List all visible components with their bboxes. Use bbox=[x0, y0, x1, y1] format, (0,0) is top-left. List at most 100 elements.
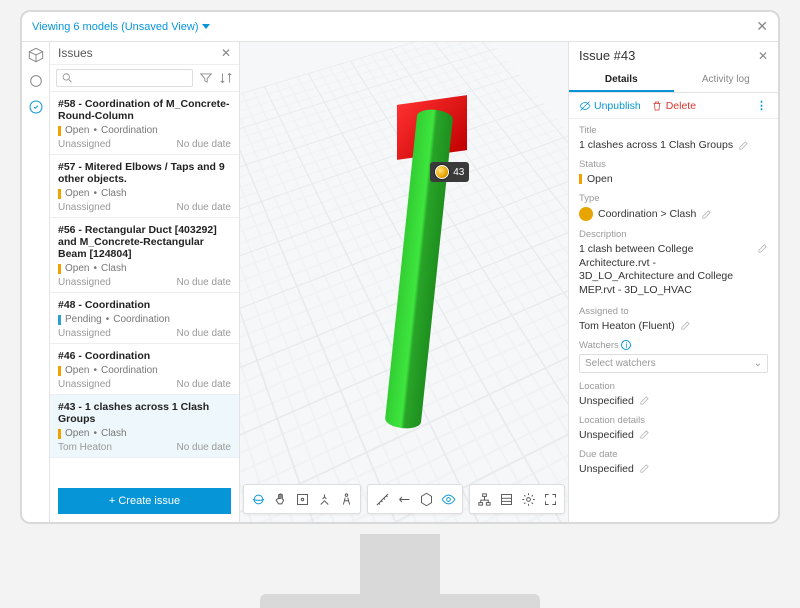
pushpin-icon bbox=[435, 165, 449, 179]
close-panel-button[interactable]: ✕ bbox=[221, 46, 231, 60]
issue-title: #56 - Rectangular Duct [403292] and M_Co… bbox=[58, 224, 231, 260]
issue-type: Clash bbox=[101, 263, 127, 274]
desc-value: 1 clash between College Architecture.rvt… bbox=[579, 243, 752, 298]
status-bar bbox=[58, 315, 61, 325]
issue-assignee: Unassigned bbox=[58, 277, 111, 288]
issue-type: Clash bbox=[101, 428, 127, 439]
issues-title: Issues bbox=[58, 46, 93, 60]
issue-list-item[interactable]: #43 - 1 clashes across 1 Clash Groups Ope… bbox=[50, 395, 239, 458]
issue-due: No due date bbox=[177, 277, 232, 288]
pushpin-number: 43 bbox=[453, 167, 464, 178]
issue-due: No due date bbox=[177, 139, 232, 150]
status-value: Open bbox=[587, 173, 613, 185]
edit-assigned-icon[interactable] bbox=[680, 320, 691, 331]
issue-status: Pending bbox=[65, 314, 102, 325]
issue-list-item[interactable]: #46 - CoordinationOpen•CoordinationUnass… bbox=[50, 344, 239, 395]
status-bar bbox=[58, 189, 61, 199]
issue-assignee: Unassigned bbox=[58, 202, 111, 213]
issue-type: Clash bbox=[101, 188, 127, 199]
edit-due-icon[interactable] bbox=[639, 463, 650, 474]
tab-activity[interactable]: Activity log bbox=[674, 69, 779, 92]
status-bar bbox=[58, 126, 61, 136]
location-label: Location bbox=[579, 381, 768, 392]
issue-list-item[interactable]: #58 - Coordination of M_Concrete-Round-C… bbox=[50, 92, 239, 155]
filter-icon[interactable] bbox=[199, 71, 213, 85]
issue-status: Open bbox=[65, 428, 89, 439]
issue-assignee: Unassigned bbox=[58, 139, 111, 150]
trash-icon bbox=[651, 100, 663, 112]
fit-tool[interactable] bbox=[291, 488, 313, 510]
desc-label: Description bbox=[579, 229, 768, 240]
close-app-button[interactable]: ✕ bbox=[756, 18, 768, 35]
issue-pushpin[interactable]: 43 bbox=[430, 162, 469, 182]
issue-assignee: Tom Heaton bbox=[58, 442, 112, 453]
issues-icon[interactable] bbox=[27, 98, 45, 116]
issue-title: #48 - Coordination bbox=[58, 299, 231, 311]
issue-assignee: Unassigned bbox=[58, 328, 111, 339]
more-menu-button[interactable]: ⋮ bbox=[756, 99, 768, 112]
close-detail-button[interactable]: ✕ bbox=[758, 49, 768, 63]
layers-icon[interactable] bbox=[27, 72, 45, 90]
status-bar bbox=[58, 264, 61, 274]
settings-tool[interactable] bbox=[517, 488, 539, 510]
delete-button[interactable]: Delete bbox=[651, 100, 696, 112]
issue-status: Open bbox=[65, 365, 89, 376]
location-value: Unspecified bbox=[579, 395, 634, 407]
assigned-label: Assigned to bbox=[579, 306, 768, 317]
measure-tool[interactable] bbox=[371, 488, 393, 510]
search-input[interactable] bbox=[74, 72, 188, 84]
create-issue-button[interactable]: + Create issue bbox=[58, 488, 231, 514]
viewer-3d[interactable]: 43 bbox=[240, 42, 568, 522]
edit-title-icon[interactable] bbox=[738, 140, 749, 151]
issue-type: Coordination bbox=[101, 125, 158, 136]
status-bar bbox=[579, 174, 582, 184]
unpublish-button[interactable]: Unpublish bbox=[579, 100, 641, 112]
issue-list-item[interactable]: #57 - Mitered Elbows / Taps and 9 other … bbox=[50, 155, 239, 218]
cube-icon[interactable] bbox=[27, 46, 45, 64]
issue-title: #58 - Coordination of M_Concrete-Round-C… bbox=[58, 98, 231, 122]
watchers-label: Watchers i bbox=[579, 340, 768, 351]
chevron-down-icon bbox=[202, 24, 210, 29]
issue-list-item[interactable]: #48 - CoordinationPending•CoordinationUn… bbox=[50, 293, 239, 344]
issue-list: #58 - Coordination of M_Concrete-Round-C… bbox=[50, 92, 239, 480]
sort-icon[interactable] bbox=[219, 71, 233, 85]
issue-due: No due date bbox=[177, 202, 232, 213]
pan-tool[interactable] bbox=[269, 488, 291, 510]
chevron-down-icon: ⌄ bbox=[754, 358, 762, 369]
issue-due: No due date bbox=[177, 442, 232, 453]
issue-status: Open bbox=[65, 125, 89, 136]
left-rail bbox=[22, 42, 50, 522]
visibility-tool[interactable] bbox=[437, 488, 459, 510]
title-value: 1 clashes across 1 Clash Groups bbox=[579, 139, 733, 151]
tab-details[interactable]: Details bbox=[569, 69, 674, 92]
type-icon bbox=[579, 207, 593, 221]
assigned-value: Tom Heaton (Fluent) bbox=[579, 320, 675, 332]
issue-due: No due date bbox=[177, 328, 232, 339]
fullscreen-tool[interactable] bbox=[539, 488, 561, 510]
edit-type-icon[interactable] bbox=[701, 209, 712, 220]
search-icon bbox=[61, 71, 74, 85]
status-label: Status bbox=[579, 159, 768, 170]
issue-title: #46 - Coordination bbox=[58, 350, 231, 362]
view-dropdown[interactable]: Viewing 6 models (Unsaved View) bbox=[32, 21, 210, 33]
edit-location-icon[interactable] bbox=[639, 395, 650, 406]
issue-type: Coordination bbox=[113, 314, 170, 325]
search-input-wrap[interactable] bbox=[56, 69, 193, 87]
properties-tool[interactable] bbox=[495, 488, 517, 510]
explode-tool[interactable] bbox=[415, 488, 437, 510]
edit-locdet-icon[interactable] bbox=[639, 429, 650, 440]
edit-desc-icon[interactable] bbox=[757, 243, 768, 254]
firstperson-tool[interactable] bbox=[313, 488, 335, 510]
status-bar bbox=[58, 366, 61, 376]
section-tool[interactable] bbox=[393, 488, 415, 510]
watchers-select[interactable]: Select watchers⌄ bbox=[579, 354, 768, 373]
orbit-tool[interactable] bbox=[247, 488, 269, 510]
info-icon[interactable]: i bbox=[621, 340, 631, 350]
issue-detail-panel: Issue #43 ✕ Details Activity log Unpubli… bbox=[568, 42, 778, 522]
walk-tool[interactable] bbox=[335, 488, 357, 510]
issue-due: No due date bbox=[177, 379, 232, 390]
view-label: Viewing 6 models (Unsaved View) bbox=[32, 21, 199, 33]
issue-title: #43 - 1 clashes across 1 Clash Groups bbox=[58, 401, 231, 425]
issue-list-item[interactable]: #56 - Rectangular Duct [403292] and M_Co… bbox=[50, 218, 239, 293]
modeltree-tool[interactable] bbox=[473, 488, 495, 510]
